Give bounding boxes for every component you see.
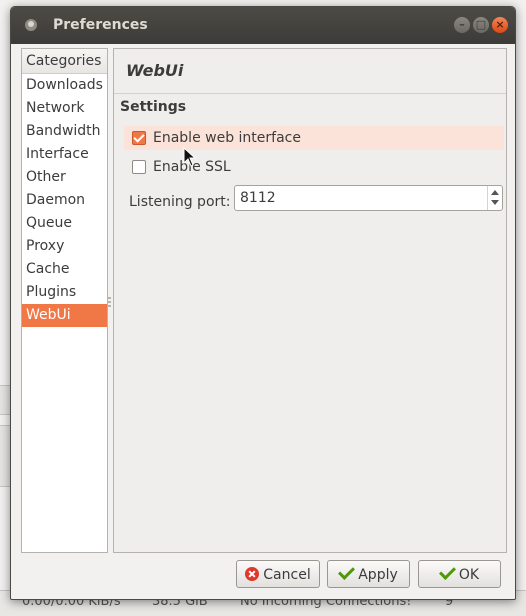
category-item-daemon[interactable]: Daemon: [22, 189, 107, 212]
categories-header[interactable]: Categories: [22, 49, 107, 74]
title-divider: [114, 93, 506, 94]
category-item-queue[interactable]: Queue: [22, 212, 107, 235]
arrow-up-icon[interactable]: [491, 190, 499, 195]
apply-check-icon: [338, 562, 356, 580]
arrow-down-icon[interactable]: [491, 200, 499, 205]
content-pane: WebUi Settings Enable web interface Enab…: [113, 48, 507, 553]
mouse-cursor-icon: [183, 147, 197, 167]
maximize-icon[interactable]: □: [473, 17, 489, 33]
category-item-plugins[interactable]: Plugins: [22, 281, 107, 304]
minimize-icon[interactable]: –: [454, 17, 470, 33]
category-item-other[interactable]: Other: [22, 166, 107, 189]
category-item-webui[interactable]: WebUi: [22, 304, 107, 327]
category-item-proxy[interactable]: Proxy: [22, 235, 107, 258]
listening-port-value[interactable]: 8112: [240, 186, 276, 210]
category-item-downloads[interactable]: Downloads: [22, 74, 107, 97]
enable-web-interface-label[interactable]: Enable web interface: [153, 126, 301, 150]
section-label-settings: Settings: [120, 99, 187, 115]
app-icon: [25, 19, 37, 31]
titlebar[interactable]: Preferences – □ ×: [11, 7, 515, 44]
category-item-interface[interactable]: Interface: [22, 143, 107, 166]
preferences-dialog: Preferences – □ × Categories Downloads N…: [10, 6, 516, 600]
apply-label: Apply: [358, 567, 398, 583]
category-item-cache[interactable]: Cache: [22, 258, 107, 281]
ok-button[interactable]: OK: [418, 560, 501, 588]
category-item-network[interactable]: Network: [22, 97, 107, 120]
page-title: WebUi: [126, 61, 184, 80]
enable-web-interface-row[interactable]: Enable web interface: [124, 126, 504, 150]
cancel-label: Cancel: [263, 567, 311, 583]
listening-port-label: Listening port:: [129, 194, 231, 210]
spin-arrows[interactable]: [487, 186, 502, 210]
enable-web-interface-checkbox[interactable]: [132, 131, 146, 145]
category-item-bandwidth[interactable]: Bandwidth: [22, 120, 107, 143]
cancel-icon: [245, 567, 260, 581]
apply-button[interactable]: Apply: [327, 560, 410, 588]
window-title: Preferences: [53, 17, 148, 33]
categories-list[interactable]: Categories Downloads Network Bandwidth I…: [21, 48, 108, 553]
enable-ssl-row[interactable]: Enable SSL: [124, 155, 504, 179]
ok-check-icon: [438, 562, 456, 580]
pane-splitter[interactable]: [108, 297, 111, 309]
listening-port-spinbox[interactable]: 8112: [234, 185, 503, 211]
ok-label: OK: [458, 567, 480, 583]
close-icon[interactable]: ×: [492, 17, 508, 33]
enable-ssl-checkbox[interactable]: [132, 160, 146, 174]
cancel-button[interactable]: Cancel: [236, 560, 320, 588]
